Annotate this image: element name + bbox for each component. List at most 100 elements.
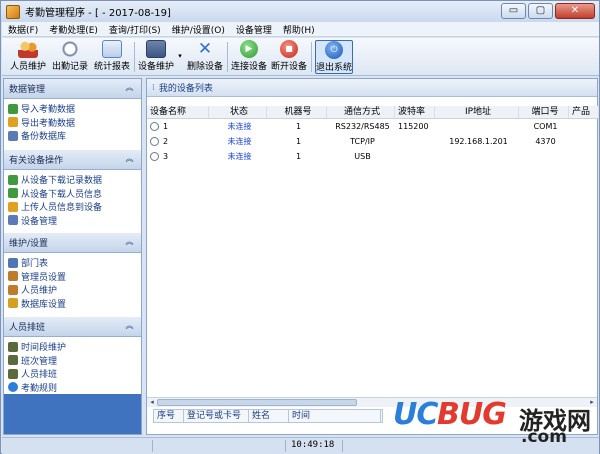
schedule-icon [8,368,18,379]
users-icon [18,40,38,58]
database-icon [8,298,18,309]
machine-number: 1 [295,152,302,161]
column-header[interactable]: 序号 [154,410,184,422]
department-icon [8,257,18,268]
scroll-left-icon[interactable]: ◂ [147,398,157,407]
column-header[interactable]: 姓名 [249,410,289,422]
sidebar-item-import[interactable]: 导入考勤数据 [8,102,141,116]
panel-title: 我的设备列表 [158,84,213,94]
status-time: 10:49:18 [291,440,335,450]
device-name: 3 [163,152,169,161]
column-header[interactable]: 登记号或卡号 [184,410,249,422]
admin-icon [8,271,18,282]
sidebar-item-shift[interactable]: 班次管理 [8,354,141,368]
toolbar-connect-button[interactable]: ▶ 连接设备 [231,40,267,74]
grip-icon: ⁞ [152,82,155,93]
toolbar-device-button[interactable]: 设备维护 [138,40,174,74]
section-body: 部门表 管理员设置 人员维护 数据库设置 [4,253,141,317]
device-status-icon [150,137,159,146]
section-data-management[interactable]: 数据管理 ︽ [4,79,141,99]
collapse-chevron-icon[interactable]: ︽ [124,321,135,332]
toolbar-report-button[interactable]: 统计报表 [94,40,130,74]
minimize-button[interactable]: ▭ [501,3,526,19]
app-window: 考勤管理程序 - [ - 2017-08-19] ▭ ▢ ✕ 数据(F) 考勤处… [0,0,600,454]
scrollbar-thumb[interactable] [157,399,357,406]
column-header[interactable]: 状态 [209,106,267,118]
section-device-operations[interactable]: 有关设备操作 ︽ [4,150,141,170]
chevron-down-icon: ▾ [178,52,182,60]
toolbar-exit-button[interactable]: ⏻ 退出系统 [315,40,353,74]
column-header[interactable]: 端口号 [519,106,569,118]
sidebar-item-schedule[interactable]: 人员排班 [8,367,141,381]
sidebar-item-admin[interactable]: 管理员设置 [8,270,141,284]
toolbar: 人员维护 出勤记录 统计报表 设备维护 ▾ ✕ 删除设备 ▶ 连接设备 ■ 断开… [2,38,599,76]
table-row[interactable]: 2 未连接 1 TCP/IP 192.168.1.201 4370 [147,134,599,149]
section-maintenance[interactable]: 维护/设置 ︽ [4,233,141,253]
sidebar-item-rules[interactable]: 考勤规则 [8,381,141,395]
column-header[interactable]: 机器号 [267,106,327,118]
sidebar-item-database[interactable]: 数据库设置 [8,297,141,311]
sidebar-item-backup[interactable]: 备份数据库 [8,129,141,143]
toolbar-attendance-button[interactable]: 出勤记录 [52,40,88,74]
device-status: 未连接 [227,137,252,146]
menu-bar: 数据(F) 考勤处理(E) 查询/打印(S) 维护/设置(O) 设备管理 帮助(… [2,22,599,37]
toolbar-separator [134,42,135,72]
device-name: 1 [163,122,169,131]
menu-maintenance[interactable]: 维护/设置(O) [172,23,225,36]
section-body: 导入考勤数据 导出考勤数据 备份数据库 [4,99,141,150]
column-header[interactable]: 时间 [289,410,381,422]
title-bar: 考勤管理程序 - [ - 2017-08-19] ▭ ▢ ✕ [1,1,599,22]
collapse-chevron-icon[interactable]: ︽ [124,154,135,165]
device-status: 未连接 [227,122,252,131]
toolbar-users-button[interactable]: 人员维护 [10,40,46,74]
table-row[interactable]: 1 未连接 1 RS232/RS485 115200 COM1 [147,119,599,134]
column-header[interactable]: 设备名称 [147,106,209,118]
user-icon [8,284,18,295]
section-scheduling[interactable]: 人员排班 ︽ [4,317,141,337]
sidebar-item-export[interactable]: 导出考勤数据 [8,116,141,130]
menu-attendance[interactable]: 考勤处理(E) [49,23,98,36]
menu-device[interactable]: 设备管理 [236,23,272,36]
connect-icon: ▶ [240,40,258,58]
clock-icon [60,40,80,58]
report-icon [102,40,122,58]
section-title: 人员排班 [9,323,46,333]
baud-rate: 115200 [398,122,429,131]
close-button[interactable]: ✕ [555,3,595,19]
sidebar-item-download-users[interactable]: 从设备下载人员信息 [8,187,141,201]
status-divider [285,440,286,452]
menu-help[interactable]: 帮助(H) [283,23,315,36]
sidebar-item-download-records[interactable]: 从设备下载记录数据 [8,173,141,187]
records-table-header: 序号 登记号或卡号 姓名 时间 [153,409,383,423]
device-status: 未连接 [227,152,252,161]
exit-icon: ⏻ [325,41,343,59]
column-header[interactable]: 通信方式 [327,106,395,118]
table-row[interactable]: 3 未连接 1 USB [147,149,599,164]
sidebar-item-device-manage[interactable]: 设备管理 [8,214,141,228]
collapse-chevron-icon[interactable]: ︽ [124,83,135,94]
sidebar-item-upload-users[interactable]: 上传人员信息到设备 [8,200,141,214]
toolbar-device-dropdown[interactable]: ▾ [176,40,184,74]
sidebar-item-time-period[interactable]: 时间段维护 [8,340,141,354]
device-status-icon [150,152,159,161]
import-icon [8,103,18,114]
maximize-button[interactable]: ▢ [528,3,553,19]
toolbar-separator [227,42,228,72]
comm-mode: TCP/IP [350,137,375,146]
menu-data[interactable]: 数据(F) [8,23,38,36]
toolbar-disconnect-button[interactable]: ■ 断开设备 [271,40,307,74]
menu-query-print[interactable]: 查询/打印(S) [109,23,161,36]
backup-icon [8,130,18,141]
column-header[interactable]: 波特率 [395,106,435,118]
toolbar-delete-device-button[interactable]: ✕ 删除设备 [187,40,223,74]
sidebar-item-users[interactable]: 人员维护 [8,283,141,297]
column-header[interactable]: IP地址 [435,106,519,118]
section-body: 从设备下载记录数据 从设备下载人员信息 上传人员信息到设备 设备管理 [4,170,141,233]
device-name: 2 [163,137,169,146]
device-status-icon [150,122,159,131]
column-header[interactable]: 产品 [569,106,599,118]
collapse-chevron-icon[interactable]: ︽ [124,237,135,248]
left-nav-panel: 数据管理 ︽ 导入考勤数据 导出考勤数据 备份数据库 有关设备操作 ︽ 从设备下… [3,78,142,435]
watermark-logo: UC BUG 游戏网 .com [393,397,591,447]
sidebar-item-department[interactable]: 部门表 [8,256,141,270]
